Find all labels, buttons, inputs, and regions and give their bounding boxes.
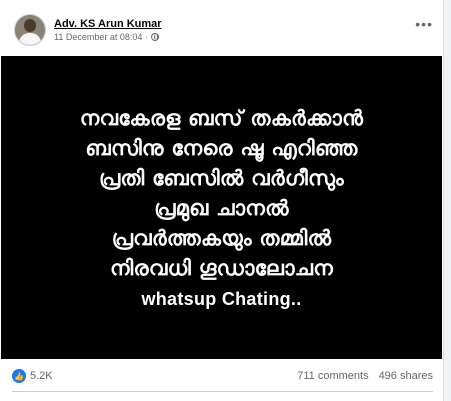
separator-dot: · (145, 32, 149, 42)
globe-icon (151, 33, 160, 41)
image-text-line: പ്രമുഖ ചാനൽ (154, 195, 289, 220)
author-name[interactable]: Adv. KS Arun Kumar (54, 17, 162, 31)
post-stats: 👍 5.2K 711 comments 496 shares (12, 367, 433, 385)
post-card: Adv. KS Arun Kumar 11 December at 08:04 … (0, 0, 444, 401)
image-text-line: പ്രവർത്തകയും തമ്മിൽ (111, 225, 332, 250)
image-text-line: പ്രതി ബേസിൽ വർഗീസും (98, 165, 345, 190)
shares-count[interactable]: 496 shares (379, 370, 433, 382)
avatar[interactable] (14, 14, 46, 46)
image-text-line: നവകേരള ബസ് തകർക്കാൻ (79, 105, 364, 130)
reaction-count[interactable]: 5.2K (30, 370, 53, 382)
comments-count[interactable]: 711 comments (297, 370, 368, 382)
post-meta: Adv. KS Arun Kumar 11 December at 08:04 … (54, 17, 162, 43)
timestamp[interactable]: 11 December at 08:04 (54, 31, 142, 43)
divider (12, 391, 433, 392)
avatar-body (19, 33, 41, 45)
timestamp-row: 11 December at 08:04 · (54, 31, 162, 43)
post-header: Adv. KS Arun Kumar 11 December at 08:04 … (14, 14, 162, 46)
more-options-icon[interactable]: ••• (415, 16, 433, 32)
image-text-line: ബസിനു നേരെ ഷൂ എറിഞ്ഞ (85, 135, 358, 160)
avatar-head (24, 19, 36, 32)
like-icon[interactable]: 👍 (12, 369, 26, 383)
image-text-line: whatsup Chating.. (141, 288, 302, 309)
post-image[interactable]: നവകേരള ബസ് തകർക്കാൻ ബസിനു നേരെ ഷൂ എറിഞ്ഞ… (1, 56, 442, 359)
image-text-line: നിരവധി ഗൂഡാലോചന (110, 255, 333, 280)
